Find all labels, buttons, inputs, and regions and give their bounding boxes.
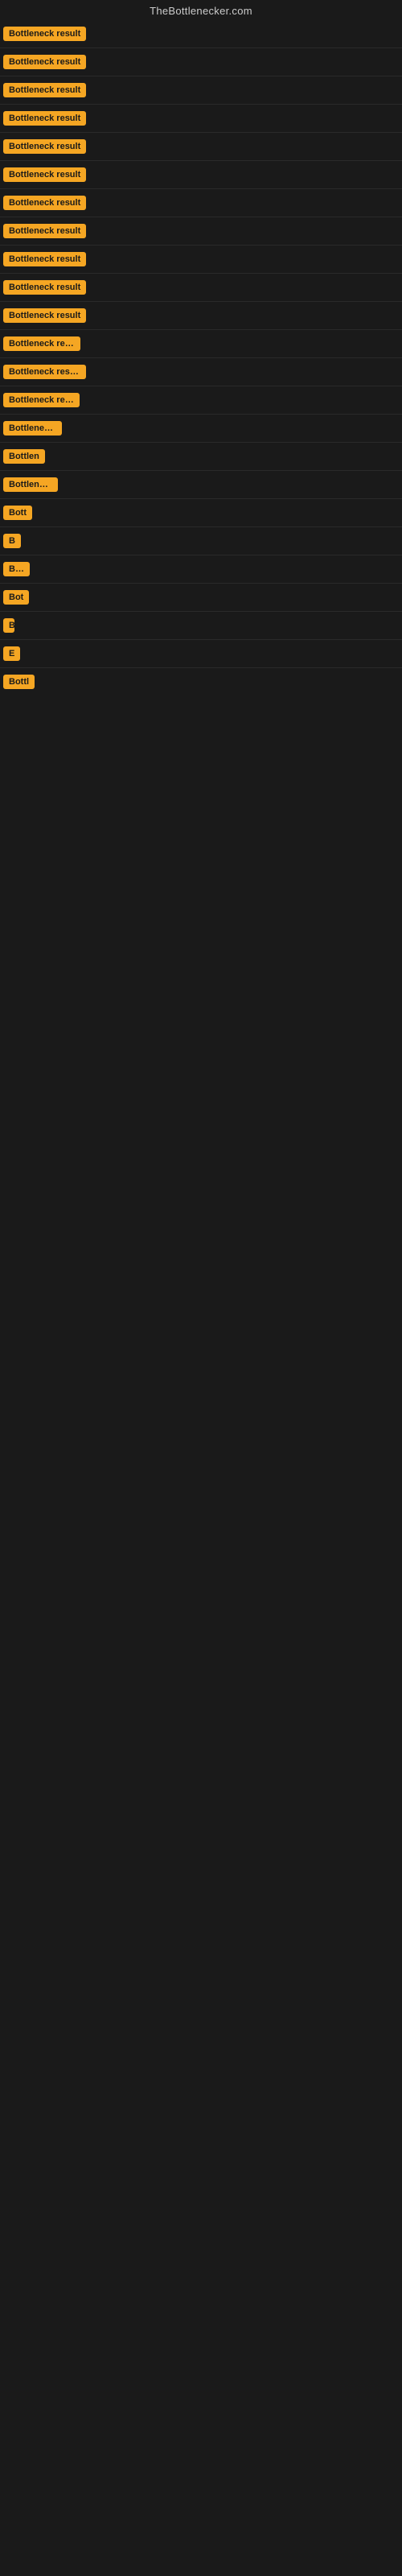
bottleneck-result-row[interactable]: E: [0, 640, 402, 668]
bottleneck-badge[interactable]: Bot: [3, 590, 29, 605]
bottleneck-badge[interactable]: Bottleneck result: [3, 139, 86, 154]
bottleneck-result-row[interactable]: Bottleneck result: [0, 217, 402, 246]
bottleneck-result-row[interactable]: Bottleneck result: [0, 274, 402, 302]
bottleneck-badge[interactable]: Bottleneck result: [3, 308, 86, 323]
bottleneck-badge[interactable]: Bottleneck: [3, 477, 58, 492]
bottleneck-result-row[interactable]: Bottleneck: [0, 471, 402, 499]
bottleneck-badge[interactable]: Bottlen: [3, 449, 45, 464]
bottleneck-result-row[interactable]: Bottleneck result: [0, 133, 402, 161]
bottleneck-badge[interactable]: Bottle: [3, 562, 30, 576]
bottleneck-badge[interactable]: Bottleneck result: [3, 83, 86, 97]
bottleneck-badge[interactable]: Bottleneck result: [3, 224, 86, 238]
bottleneck-result-row[interactable]: Bottle: [0, 555, 402, 584]
bottleneck-badge[interactable]: Bottleneck result: [3, 55, 86, 69]
site-title-bar: TheBottlenecker.com: [0, 0, 402, 20]
results-container: Bottleneck result Bottleneck result Bottle…: [0, 20, 402, 712]
bottleneck-result-row[interactable]: Bottleneck result: [0, 302, 402, 330]
bottleneck-result-row[interactable]: B: [0, 527, 402, 555]
bottleneck-badge[interactable]: Bottleneck result: [3, 27, 86, 41]
bottleneck-result-row[interactable]: Bottleneck result: [0, 20, 402, 48]
bottleneck-result-row[interactable]: Bottlen: [0, 443, 402, 471]
bottleneck-badge[interactable]: Bottleneck result: [3, 196, 86, 210]
bottleneck-result-row[interactable]: Bottleneck result: [0, 161, 402, 189]
bottleneck-result-row[interactable]: Bottleneck resu: [0, 386, 402, 415]
bottleneck-badge[interactable]: B: [3, 534, 21, 548]
bottleneck-badge[interactable]: Bottleneck result: [3, 280, 86, 295]
bottleneck-badge[interactable]: Bottleneck result: [3, 111, 86, 126]
bottleneck-badge[interactable]: Bott: [3, 506, 32, 520]
bottleneck-badge[interactable]: Bottl: [3, 675, 35, 689]
site-title: TheBottlenecker.com: [0, 0, 402, 20]
bottleneck-badge[interactable]: Bottleneck resu: [3, 393, 80, 407]
bottleneck-result-row[interactable]: Bottleneck result: [0, 105, 402, 133]
bottleneck-badge[interactable]: Bottleneck result: [3, 365, 86, 379]
bottleneck-result-row[interactable]: Bot: [0, 584, 402, 612]
bottleneck-badge[interactable]: Bottlen: [3, 618, 14, 633]
bottleneck-result-row[interactable]: Bottleneck resu: [0, 330, 402, 358]
bottleneck-result-row[interactable]: Bottleneck result: [0, 189, 402, 217]
bottleneck-result-row[interactable]: Bottlen: [0, 612, 402, 640]
bottleneck-result-row[interactable]: Bott: [0, 499, 402, 527]
bottleneck-result-row[interactable]: Bottleneck result: [0, 48, 402, 76]
bottleneck-badge[interactable]: E: [3, 646, 20, 661]
bottleneck-result-row[interactable]: Bottleneck r: [0, 415, 402, 443]
bottleneck-result-row[interactable]: Bottleneck result: [0, 358, 402, 386]
bottleneck-result-row[interactable]: Bottleneck result: [0, 246, 402, 274]
bottleneck-badge[interactable]: Bottleneck result: [3, 167, 86, 182]
bottleneck-badge[interactable]: Bottleneck resu: [3, 336, 80, 351]
bottleneck-badge[interactable]: Bottleneck r: [3, 421, 62, 436]
bottleneck-badge[interactable]: Bottleneck result: [3, 252, 86, 266]
bottleneck-result-row[interactable]: Bottl: [0, 668, 402, 696]
bottleneck-result-row[interactable]: Bottleneck result: [0, 76, 402, 105]
